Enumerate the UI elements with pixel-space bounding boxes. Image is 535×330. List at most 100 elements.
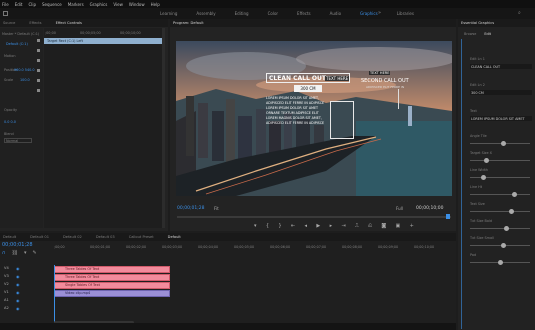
track-header[interactable]: V4 ◉ [2, 265, 50, 272]
menu-graphics[interactable]: Graphics [90, 2, 108, 7]
eg-slider-knob[interactable] [484, 158, 489, 163]
menu-view[interactable]: View [113, 2, 123, 7]
toggle-track-icon[interactable]: ◉ [16, 282, 20, 287]
workspace-assembly[interactable]: Assembly [196, 11, 215, 16]
eg-tab-edit[interactable]: Edit [484, 32, 491, 36]
program-timecode[interactable]: 00;00;01;28 [177, 206, 204, 211]
keyframe-icon[interactable] [37, 69, 40, 72]
eg-tab-browse[interactable]: Browse [464, 32, 476, 36]
step-back-icon[interactable]: ◂ [305, 223, 308, 229]
callout-target-box[interactable] [330, 101, 354, 139]
toggle-track-icon[interactable]: ◉ [16, 298, 20, 303]
timeline-clip[interactable]: Single Tables Of Text [54, 282, 170, 289]
menu-window[interactable]: Window [129, 2, 145, 7]
track-header[interactable]: A2 ◉ [2, 305, 50, 312]
seq-tab[interactable]: Default 01 [30, 235, 49, 239]
menu-file[interactable]: File [2, 2, 9, 7]
keyframe-icon[interactable] [37, 49, 40, 52]
eg-slider-track[interactable] [470, 228, 530, 229]
compare-icon[interactable]: ▣ [396, 223, 401, 229]
go-to-in-icon[interactable]: ⇤ [291, 223, 295, 229]
toggle-track-icon[interactable]: ◉ [16, 306, 20, 311]
track-header[interactable]: V2 ◉ [2, 281, 50, 288]
mark-out-icon[interactable]: } [278, 223, 281, 229]
menu-clip[interactable]: Clip [28, 2, 36, 7]
toggle-track-icon[interactable]: ◉ [16, 274, 20, 279]
track-header[interactable]: A1 ◉ [2, 297, 50, 304]
seq-tab[interactable]: Default [3, 235, 16, 239]
prop-motion[interactable]: Motion [4, 54, 16, 58]
prop-scale-value[interactable]: 100.0 [20, 78, 30, 82]
resolution-select[interactable]: Full [396, 206, 403, 211]
eg-slider-knob[interactable] [500, 243, 506, 248]
menu-edit[interactable]: Edit [15, 2, 23, 7]
keyframe-icon[interactable] [37, 89, 40, 92]
linked-icon[interactable]: ⛓ [12, 250, 18, 256]
menu-markers[interactable]: Markers [68, 2, 84, 7]
eg-text-field-2[interactable]: 300 CM [470, 90, 532, 95]
callout-frame[interactable]: CLEAN CALL OUT TEXT HERE [266, 73, 350, 83]
program-scrub-bar[interactable] [177, 216, 451, 218]
workspace-learning[interactable]: Learning [160, 11, 177, 16]
seq-tab[interactable]: Default 03 [96, 235, 115, 239]
marker-icon[interactable]: ▾ [254, 223, 257, 229]
workspace-graphics[interactable]: Graphics [360, 11, 378, 16]
fit-select[interactable]: Fit [214, 206, 219, 211]
eg-slider-knob[interactable] [500, 141, 506, 146]
play-icon[interactable]: ▶ [316, 223, 320, 229]
eg-slider-knob[interactable] [481, 175, 487, 180]
export-frame-icon[interactable]: ◙ [381, 223, 386, 229]
eg-slider-knob[interactable] [503, 226, 509, 231]
blend-mode-select[interactable]: Normal [4, 138, 32, 143]
prop-default[interactable]: Default (C:1) [6, 42, 28, 46]
keyframe-icon[interactable] [37, 59, 40, 62]
tab-effects-lib[interactable]: Effects [29, 21, 41, 25]
add-button-icon[interactable]: + [410, 223, 414, 229]
workspace-audio[interactable]: Audio [330, 11, 341, 16]
eg-slider-track[interactable] [470, 211, 530, 212]
eg-slider-knob[interactable] [498, 260, 503, 265]
timeline-clip[interactable]: Three Tables Of Text [54, 266, 170, 273]
step-forward-icon[interactable]: ▸ [330, 223, 333, 229]
tab-effect-controls[interactable]: Effect Controls [56, 21, 82, 25]
prop-position-value[interactable]: 960.0 540.0 [14, 68, 35, 72]
keyframe-icon[interactable] [37, 39, 40, 42]
eg-slider-track[interactable] [470, 194, 530, 195]
snap-icon[interactable]: ∩ [2, 250, 6, 256]
timeline-playhead[interactable] [54, 265, 55, 325]
tab-program[interactable]: Program: Default [173, 21, 204, 25]
keyframe-icon[interactable] [37, 79, 40, 82]
prop-scale[interactable]: Scale [4, 78, 13, 82]
lift-icon[interactable]: ⎍ [355, 223, 359, 229]
eg-slider-knob[interactable] [512, 192, 517, 197]
tab-source[interactable]: Source [3, 21, 15, 25]
search-icon[interactable]: ⌕ [518, 10, 521, 16]
seq-tab[interactable]: Default 02 [63, 235, 82, 239]
eg-slider-knob[interactable] [509, 209, 515, 214]
eg-text-field-3[interactable]: LOREM IPSUM DOLOR SIT AMET [470, 116, 532, 121]
prop-opacity[interactable]: Opacity [4, 108, 17, 112]
effect-scrollbar[interactable] [162, 28, 165, 228]
timeline-clip[interactable]: Video clip.mp4 [54, 290, 170, 297]
toggle-track-icon[interactable]: ◉ [16, 290, 20, 295]
track-header[interactable]: V3 ◉ [2, 273, 50, 280]
eg-text-field-1[interactable]: CLEAN CALL OUT [470, 64, 532, 69]
track-header[interactable]: V1 ◉ [2, 289, 50, 296]
timeline-timecode[interactable]: 00;00;01;28 [2, 242, 33, 248]
workspace-color[interactable]: Color [268, 11, 278, 16]
eg-slider-track[interactable] [470, 160, 530, 161]
workspace-libraries[interactable]: Libraries [397, 11, 414, 16]
add-marker-icon[interactable]: ▾ [24, 250, 27, 256]
prop-anchor[interactable]: 0.0 0.0 [4, 120, 16, 124]
menu-help[interactable]: Help [151, 2, 160, 7]
workspace-editing[interactable]: Editing [235, 11, 249, 16]
effect-clip-bar[interactable]: Target Rect (C:1) Left [44, 38, 165, 44]
tab-essential-graphics[interactable]: Essential Graphics [461, 21, 494, 25]
seq-tab[interactable]: Callout Preset [129, 235, 154, 239]
menu-sequence[interactable]: Sequence [42, 2, 62, 7]
extract-icon[interactable]: ⎌ [368, 223, 372, 229]
mark-in-icon[interactable]: { [266, 223, 269, 229]
go-to-out-icon[interactable]: ⇥ [342, 223, 346, 229]
more-workspaces-icon[interactable]: » [378, 10, 381, 16]
workspace-effects[interactable]: Effects [297, 11, 311, 16]
